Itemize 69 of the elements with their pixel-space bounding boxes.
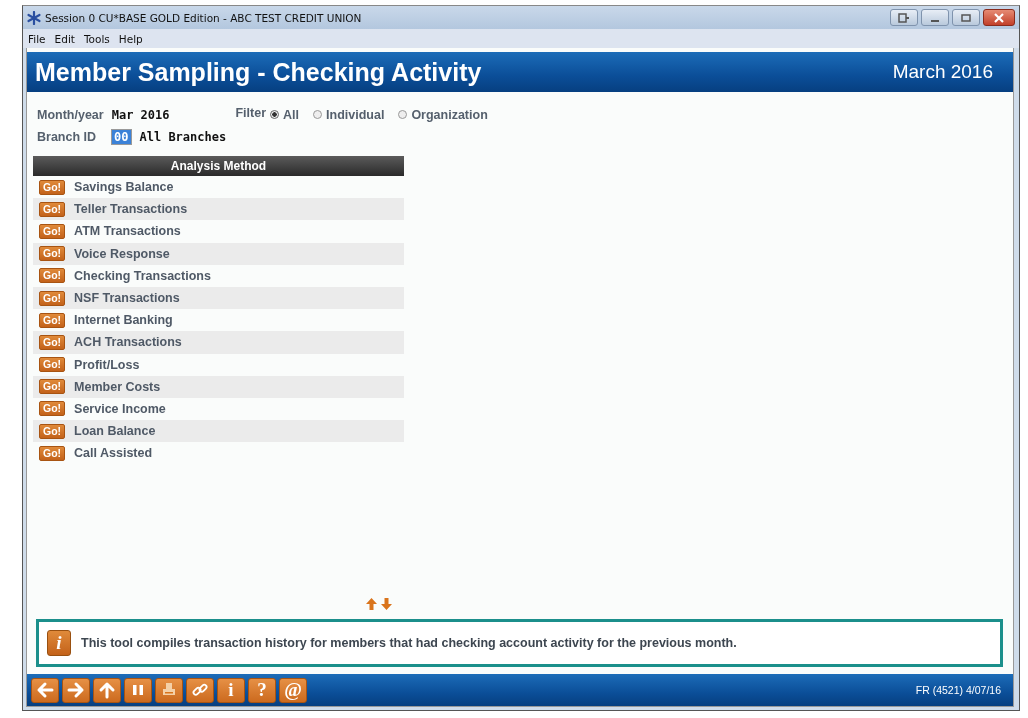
list-item[interactable]: Loan Balance bbox=[74, 424, 156, 439]
menu-item[interactable]: Help bbox=[118, 32, 143, 45]
toolbar-button[interactable]: i bbox=[217, 677, 245, 703]
go-button[interactable]: Go! bbox=[39, 290, 66, 306]
go-button[interactable]: Go! bbox=[39, 201, 66, 217]
go-button[interactable]: Go! bbox=[39, 445, 66, 461]
field-value: All Branches bbox=[139, 129, 227, 144]
list-item[interactable]: Member Costs bbox=[74, 379, 161, 394]
back-arrow-icon bbox=[36, 681, 54, 699]
info-message: This tool compiles transaction history for members that had checking account activity for the previous month. bbox=[81, 636, 737, 650]
menu-item[interactable]: Tools bbox=[83, 32, 110, 45]
list-item[interactable]: Checking Transactions bbox=[74, 268, 211, 283]
go-button[interactable]: Go! bbox=[39, 179, 66, 195]
pause-button[interactable] bbox=[124, 677, 152, 703]
menu-item[interactable]: File bbox=[28, 32, 46, 45]
go-button[interactable]: Go! bbox=[39, 223, 66, 239]
go-button[interactable]: Go! bbox=[39, 401, 66, 417]
maximize-icon bbox=[960, 12, 972, 23]
list-item[interactable]: Profit/Loss bbox=[74, 357, 140, 372]
chain-link-icon bbox=[191, 681, 209, 699]
radio-button[interactable]: Organization bbox=[398, 107, 488, 122]
go-button[interactable]: Go! bbox=[39, 334, 66, 350]
go-button[interactable]: Go! bbox=[39, 246, 66, 262]
field-value: Mar 2016 bbox=[111, 107, 170, 122]
list-item[interactable]: ACH Transactions bbox=[74, 335, 182, 350]
close-icon bbox=[993, 12, 1005, 23]
info-icon: i bbox=[47, 630, 71, 656]
arrow-down-icon[interactable] bbox=[380, 597, 393, 611]
go-button[interactable]: Go! bbox=[39, 423, 66, 439]
list-item[interactable]: Savings Balance bbox=[74, 180, 174, 195]
branch-id-field[interactable]: 00 bbox=[111, 128, 132, 145]
toolbar-button[interactable]: @ bbox=[279, 677, 307, 703]
minimize-icon bbox=[931, 19, 939, 22]
go-button[interactable]: Go! bbox=[39, 312, 66, 328]
go-button[interactable]: Go! bbox=[39, 379, 66, 395]
up-arrow-button[interactable] bbox=[93, 677, 121, 703]
list-item[interactable]: ATM Transactions bbox=[74, 224, 181, 239]
arrow-up-icon[interactable] bbox=[365, 597, 378, 611]
period-label: March 2016 bbox=[892, 61, 993, 83]
up-arrow-icon bbox=[98, 681, 116, 699]
list-item[interactable]: Teller Transactions bbox=[74, 202, 188, 217]
forward-arrow-icon bbox=[67, 681, 85, 699]
go-button[interactable]: Go! bbox=[39, 357, 66, 373]
minimize-button[interactable] bbox=[921, 9, 949, 26]
field-label: Month/year bbox=[37, 107, 104, 122]
page-title: Member Sampling - Checking Activity bbox=[35, 57, 482, 87]
radio-button[interactable]: Individual bbox=[313, 107, 385, 122]
window-title: Session 0 CU*BASE GOLD Edition - ABC TEST CREDIT UNION bbox=[45, 11, 362, 24]
window-icon bbox=[898, 12, 910, 23]
back-arrow-button[interactable] bbox=[31, 677, 59, 703]
list-item[interactable]: NSF Transactions bbox=[74, 291, 180, 306]
list-item[interactable]: Service Income bbox=[74, 401, 166, 416]
printer-button[interactable] bbox=[155, 677, 183, 703]
field-label: Filter bbox=[235, 105, 267, 120]
chain-link-button[interactable] bbox=[186, 677, 214, 703]
list-item[interactable]: Call Assisted bbox=[74, 446, 153, 461]
asterisk-icon bbox=[27, 10, 41, 25]
radio-button[interactable]: All bbox=[270, 107, 300, 122]
menu-item[interactable]: Edit bbox=[54, 32, 75, 45]
field-label: Branch ID bbox=[37, 129, 97, 144]
column-header: Analysis Method bbox=[33, 156, 404, 176]
list-item[interactable]: Voice Response bbox=[74, 246, 170, 261]
go-button[interactable]: Go! bbox=[39, 268, 66, 284]
list-item[interactable]: Internet Banking bbox=[74, 313, 173, 328]
restore-session-button[interactable] bbox=[890, 9, 918, 26]
status-text: FR (4521) 4/07/16 bbox=[915, 684, 1001, 696]
close-button[interactable] bbox=[983, 9, 1015, 26]
forward-arrow-button[interactable] bbox=[62, 677, 90, 703]
maximize-button[interactable] bbox=[952, 9, 980, 26]
